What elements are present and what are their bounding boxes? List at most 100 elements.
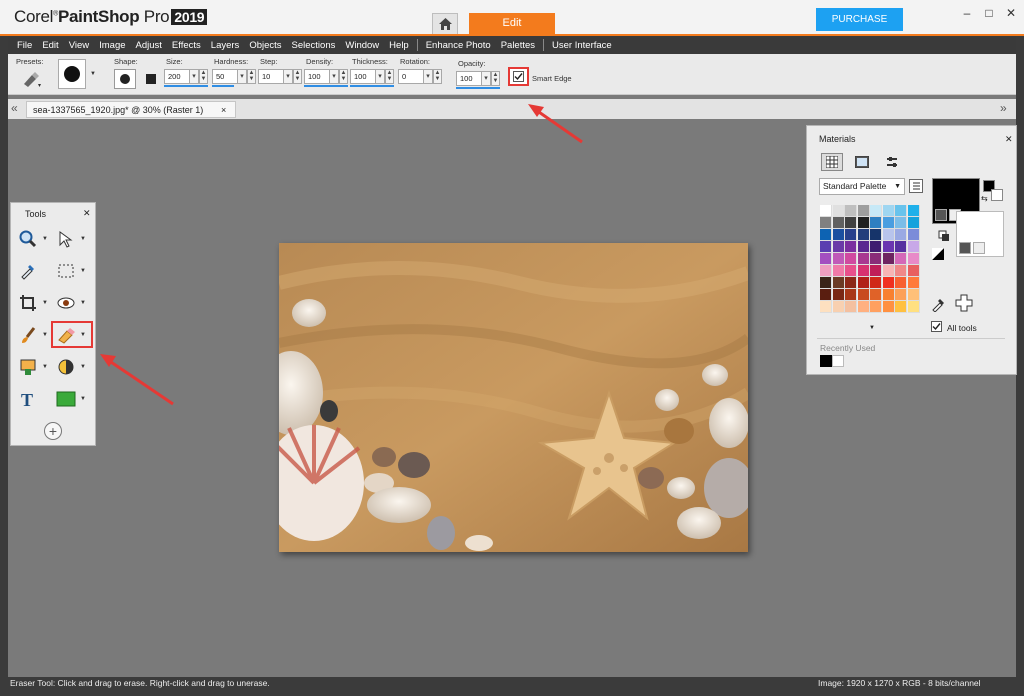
- color-swatch[interactable]: [907, 301, 920, 313]
- color-swatch[interactable]: [857, 205, 870, 217]
- color-swatch[interactable]: [895, 241, 907, 253]
- color-swatch[interactable]: [882, 205, 895, 217]
- thickness-spinner[interactable]: ▲ ▼: [385, 69, 394, 84]
- chevron-down-icon[interactable]: ▼: [80, 364, 86, 370]
- color-swatch[interactable]: [870, 265, 882, 277]
- color-swatch[interactable]: [820, 277, 832, 289]
- menu-adjust[interactable]: Adjust: [131, 40, 167, 51]
- opacity-spinner[interactable]: ▲ ▼: [491, 71, 500, 86]
- step-spinner[interactable]: ▲ ▼: [293, 69, 302, 84]
- color-swatch[interactable]: [820, 289, 832, 301]
- rainbow-tab[interactable]: [851, 153, 873, 171]
- color-swatch[interactable]: [870, 205, 882, 217]
- minimize-button[interactable]: –: [958, 5, 976, 21]
- thickness-input[interactable]: 100: [350, 69, 376, 84]
- color-swatch[interactable]: [857, 217, 870, 229]
- color-swatch[interactable]: [845, 265, 857, 277]
- color-swatch[interactable]: [820, 301, 832, 313]
- add-tool-button[interactable]: +: [44, 422, 62, 440]
- color-swatch[interactable]: [832, 217, 845, 229]
- background-style-icon[interactable]: [973, 242, 985, 254]
- chevron-down-icon[interactable]: ▼: [42, 236, 48, 242]
- rectangle-tool[interactable]: [55, 388, 77, 410]
- color-swatch[interactable]: [907, 253, 920, 265]
- color-swatch[interactable]: [870, 217, 882, 229]
- color-swatch[interactable]: [882, 289, 895, 301]
- color-swatch[interactable]: [832, 277, 845, 289]
- color-swatch[interactable]: [907, 205, 920, 217]
- color-swatch[interactable]: [845, 289, 857, 301]
- document-tab[interactable]: sea-1337565_1920.jpg* @ 30% (Raster 1) ×: [26, 101, 236, 118]
- menu-view[interactable]: View: [64, 40, 94, 51]
- thickness-dropdown[interactable]: ▾: [376, 69, 385, 84]
- color-swatch[interactable]: [820, 265, 832, 277]
- menu-palettes[interactable]: Palettes: [496, 40, 540, 51]
- color-swatch[interactable]: [845, 205, 857, 217]
- menu-selections[interactable]: Selections: [287, 40, 341, 51]
- density-input[interactable]: 100: [304, 69, 330, 84]
- color-swatch[interactable]: [882, 301, 895, 313]
- color-swatch[interactable]: [895, 289, 907, 301]
- palette-menu-button[interactable]: [909, 179, 923, 193]
- home-tab[interactable]: [432, 13, 458, 34]
- size-spinner[interactable]: ▲ ▼: [199, 69, 208, 84]
- color-swatch[interactable]: [882, 217, 895, 229]
- chevron-down-icon[interactable]: ▼: [42, 364, 48, 370]
- color-swatch[interactable]: [820, 253, 832, 265]
- color-swatch[interactable]: [857, 277, 870, 289]
- materials-close-icon[interactable]: ✕: [1005, 134, 1013, 145]
- color-swatch[interactable]: [895, 301, 907, 313]
- color-swatch[interactable]: [820, 241, 832, 253]
- color-swatch[interactable]: [832, 289, 845, 301]
- menu-help[interactable]: Help: [384, 40, 414, 51]
- color-swatch[interactable]: [820, 217, 832, 229]
- color-swatch[interactable]: [895, 205, 907, 217]
- rotation-input[interactable]: 0: [398, 69, 424, 84]
- step-dropdown[interactable]: ▾: [284, 69, 293, 84]
- image-canvas[interactable]: [259, 243, 754, 552]
- recent-color-white[interactable]: [832, 355, 844, 367]
- color-swatch[interactable]: [907, 289, 920, 301]
- menu-effects[interactable]: Effects: [167, 40, 206, 51]
- menu-objects[interactable]: Objects: [244, 40, 286, 51]
- swatches-tab[interactable]: [881, 153, 903, 171]
- color-swatch[interactable]: [882, 229, 895, 241]
- menu-window[interactable]: Window: [340, 40, 384, 51]
- color-swatch[interactable]: [832, 205, 845, 217]
- text-tool[interactable]: T: [17, 388, 39, 410]
- color-swatch[interactable]: [857, 253, 870, 265]
- close-window-button[interactable]: ✕: [1002, 5, 1020, 21]
- hardness-spinner[interactable]: ▲ ▼: [247, 69, 256, 84]
- maximize-button[interactable]: □: [980, 5, 998, 21]
- tab-edit[interactable]: Edit: [469, 13, 555, 34]
- color-swatch[interactable]: [845, 229, 857, 241]
- color-swatch[interactable]: [907, 217, 920, 229]
- opacity-input[interactable]: 100: [456, 71, 482, 86]
- color-swatch[interactable]: [907, 277, 920, 289]
- smart-edge-checkbox[interactable]: [508, 67, 529, 86]
- chevron-down-icon[interactable]: ▼: [80, 268, 86, 274]
- color-swatch[interactable]: [832, 253, 845, 265]
- color-swatch[interactable]: [882, 253, 895, 265]
- chevron-down-icon[interactable]: ▼: [42, 332, 48, 338]
- palette-select[interactable]: Standard Palette ▼: [819, 178, 905, 195]
- color-swatch[interactable]: [870, 289, 882, 301]
- color-swatch[interactable]: [820, 205, 832, 217]
- frame-tab[interactable]: [821, 153, 843, 171]
- transparent-toggle-icon[interactable]: [932, 248, 944, 260]
- color-swatch[interactable]: [857, 229, 870, 241]
- density-dropdown[interactable]: ▾: [330, 69, 339, 84]
- density-spinner[interactable]: ▲ ▼: [339, 69, 348, 84]
- color-swatch[interactable]: [845, 217, 857, 229]
- color-swatch[interactable]: [870, 253, 882, 265]
- opacity-dropdown[interactable]: ▾: [482, 71, 491, 86]
- swap-colors-icon[interactable]: ⇆: [981, 194, 988, 203]
- close-tab-icon[interactable]: ×: [221, 102, 226, 118]
- eyedropper-icon[interactable]: [931, 296, 947, 315]
- menu-enhance-photo[interactable]: Enhance Photo: [421, 40, 496, 51]
- presets-button[interactable]: ▾: [20, 69, 42, 89]
- scroll-right-icon[interactable]: »: [1000, 101, 1007, 115]
- color-swatch[interactable]: [845, 301, 857, 313]
- color-swatch[interactable]: [857, 301, 870, 313]
- color-swatch[interactable]: [870, 229, 882, 241]
